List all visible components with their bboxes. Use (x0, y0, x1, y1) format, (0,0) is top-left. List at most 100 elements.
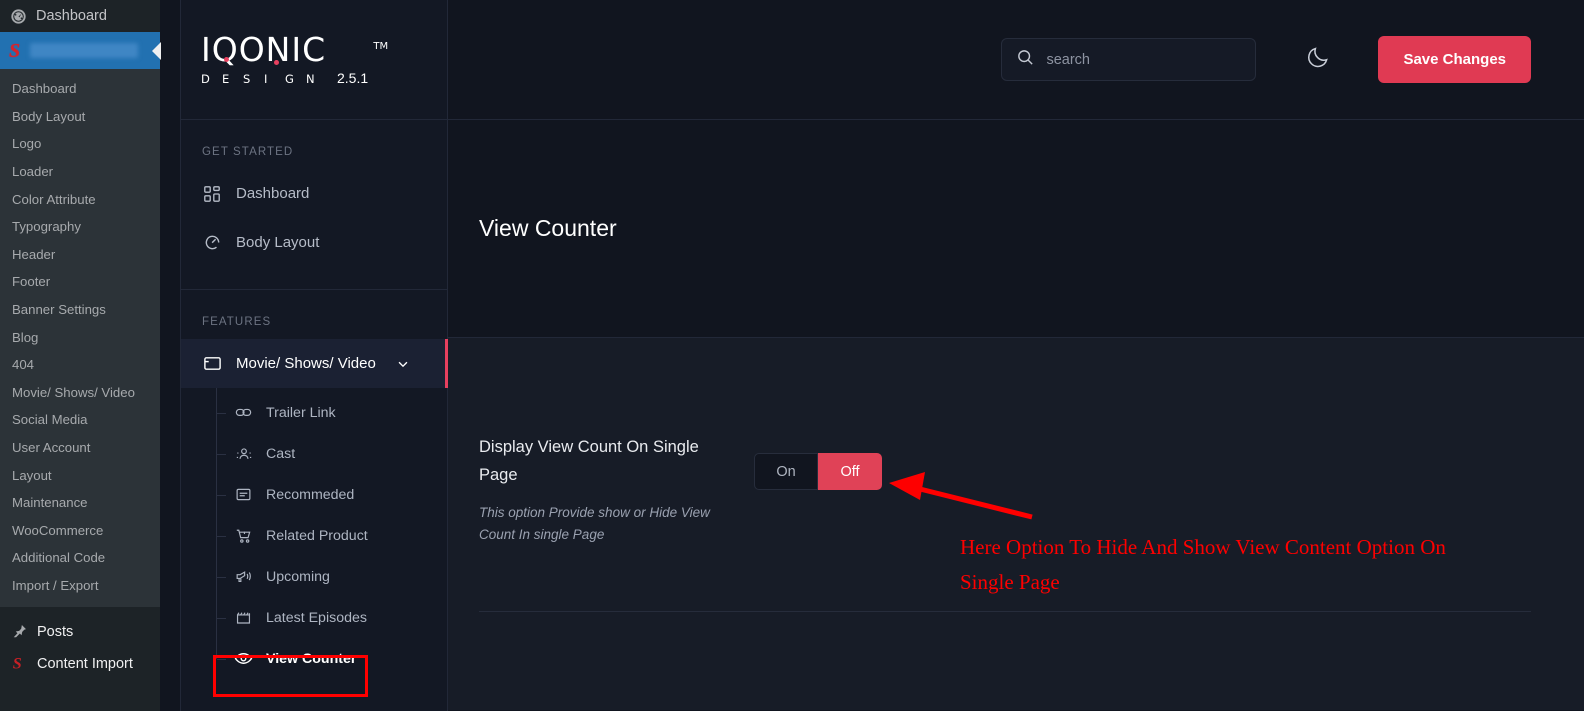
wp-submenu-item[interactable]: Body Layout (0, 103, 160, 131)
wp-submenu-item[interactable]: Maintenance (0, 489, 160, 517)
wp-menu-label: Posts (37, 623, 74, 640)
svg-text:S: S (13, 656, 22, 673)
sidebar-item-movie-shows-video[interactable]: Movie/ Shows/ Video (181, 339, 448, 388)
wp-admin-dashboard-item[interactable]: Dashboard (0, 0, 160, 32)
moon-icon (1305, 44, 1331, 75)
wp-admin-submenu: Dashboard Body Layout Logo Loader Color … (0, 69, 160, 608)
wp-submenu-item[interactable]: Blog (0, 323, 160, 351)
brand-letter: N (306, 72, 315, 86)
sidebar-item-related-product[interactable]: Related Product (181, 515, 447, 556)
gauge-icon (10, 8, 27, 25)
sidebar-item-label: Movie/ Shows/ Video (236, 355, 376, 372)
eye-icon (234, 649, 253, 668)
brand-letter: I (264, 72, 268, 86)
wp-submenu-item[interactable]: WooCommerce (0, 517, 160, 545)
search-input[interactable] (1046, 51, 1242, 68)
sidebar-item-label: Body Layout (236, 234, 320, 251)
redacted-menu-label (30, 43, 139, 58)
sidebar-item-label: Dashboard (236, 185, 310, 202)
annotation-note: Here Option To Hide And Show View Conten… (960, 535, 1446, 594)
brand-dot (224, 57, 229, 62)
brand-logo: IQONIC TM D E S I G N 2.5.1 (181, 0, 447, 120)
brand-letter: S (243, 72, 251, 86)
nav-section-features: FEATURES Movie/ Shows/ Video Trailer Lin… (181, 290, 448, 679)
wp-submenu-item[interactable]: Banner Settings (0, 296, 160, 324)
toggle-option-on[interactable]: On (754, 453, 818, 490)
sidebar-item-recommeded[interactable]: Recommeded (181, 474, 447, 515)
people-icon (234, 444, 253, 463)
sidebar-item-latest-episodes[interactable]: Latest Episodes (181, 597, 447, 638)
sidebar-item-body-layout[interactable]: Body Layout (181, 218, 447, 267)
brand-letter: E (222, 72, 230, 86)
wp-submenu-item[interactable]: Typography (0, 213, 160, 241)
search-box[interactable] (1001, 38, 1257, 81)
cart-icon (234, 526, 253, 545)
grid-icon (202, 184, 222, 204)
setting-label: Display View Count On Single Page (479, 438, 699, 484)
wp-submenu-item[interactable]: Movie/ Shows/ Video (0, 379, 160, 407)
sidebar-item-label: Related Product (266, 527, 368, 544)
theme-options-app: IQONIC TM D E S I G N 2.5.1 GET STARTED … (160, 0, 1584, 711)
calendar-icon (234, 608, 253, 627)
settings-content: Display View Count On Single Page This o… (448, 338, 1584, 710)
wp-submenu-item[interactable]: Import / Export (0, 572, 160, 600)
sidebar-item-label: Cast (266, 445, 296, 462)
window-icon (202, 354, 222, 374)
wp-submenu-item[interactable]: Footer (0, 268, 160, 296)
wp-submenu-item[interactable]: Logo (0, 130, 160, 158)
save-changes-button[interactable]: Save Changes (1378, 36, 1531, 83)
top-bar: Save Changes (448, 0, 1584, 120)
wp-submenu-item[interactable]: Layout (0, 461, 160, 489)
section-divider (479, 611, 1531, 612)
sidebar-item-trailer-link[interactable]: Trailer Link (181, 392, 447, 433)
page-title: View Counter (479, 215, 617, 241)
wp-submenu-item[interactable]: Additional Code (0, 544, 160, 572)
brand-name-text: IQONIC (201, 30, 327, 69)
wp-admin-dashboard-label: Dashboard (36, 8, 107, 24)
wp-submenu-item[interactable]: 404 (0, 351, 160, 379)
card-text-icon (234, 485, 253, 504)
wp-submenu-item[interactable]: Loader (0, 158, 160, 186)
wp-submenu-item[interactable]: Social Media (0, 406, 160, 434)
nav-section-label: GET STARTED (202, 146, 294, 158)
brand-subtitle: D E S I G N 2.5.1 (201, 70, 368, 86)
theme-toggle-button[interactable] (1296, 38, 1340, 82)
wp-submenu-item[interactable]: User Account (0, 434, 160, 462)
wp-submenu-item[interactable]: Color Attribute (0, 185, 160, 213)
sidebar-item-view-counter[interactable]: View Counter (181, 638, 447, 679)
setting-description: This option Provide show or Hide View Co… (479, 505, 710, 542)
sidebar-item-label: Latest Episodes (266, 609, 367, 626)
wp-submenu-item[interactable]: Header (0, 241, 160, 269)
megaphone-icon (234, 567, 253, 586)
wp-menu-item-content-import[interactable]: S Content Import (0, 647, 160, 680)
sidebar-item-label: Trailer Link (266, 404, 336, 421)
sidebar-submenu-movie: Trailer Link Cast Recommeded Related Pro… (181, 388, 447, 679)
link-icon (234, 403, 253, 422)
app-screen: Dashboard S Dashboard Body Layout Logo L… (0, 0, 1584, 711)
sidebar-item-upcoming[interactable]: Upcoming (181, 556, 447, 597)
wp-admin-bottom-menu: Posts S Content Import (0, 607, 160, 680)
sidebar-item-cast[interactable]: Cast (181, 433, 447, 474)
page-header: View Counter (448, 120, 1584, 338)
sidebar-item-label: Upcoming (266, 568, 330, 585)
nav-section-get-started: GET STARTED Dashboard Body Layout (181, 120, 447, 267)
search-icon (1016, 48, 1035, 72)
pin-icon (11, 623, 28, 640)
wp-menu-item-posts[interactable]: Posts (0, 616, 160, 647)
wp-menu-label: Content Import (37, 655, 133, 672)
wp-admin-active-menu-item[interactable]: S (0, 32, 161, 69)
display-view-count-toggle[interactable]: On Off (754, 453, 882, 490)
wp-submenu-item[interactable]: Dashboard (0, 75, 160, 103)
sidebar-item-label: View Counter (266, 650, 357, 667)
brand-name: IQONIC TM (201, 30, 388, 69)
brand-letter: D (201, 72, 210, 86)
setting-field-row: Display View Count On Single Page This o… (479, 338, 1584, 546)
trademark-symbol: TM (373, 41, 389, 52)
settings-nav-panel: IQONIC TM D E S I G N 2.5.1 GET STARTED … (180, 0, 448, 711)
version-label: 2.5.1 (337, 70, 369, 86)
toggle-option-off[interactable]: Off (818, 453, 882, 490)
nav-section-label: FEATURES (202, 316, 272, 328)
sidebar-item-dashboard[interactable]: Dashboard (181, 169, 447, 218)
brand-dot (274, 60, 279, 65)
s-logo-icon: S (11, 654, 28, 673)
